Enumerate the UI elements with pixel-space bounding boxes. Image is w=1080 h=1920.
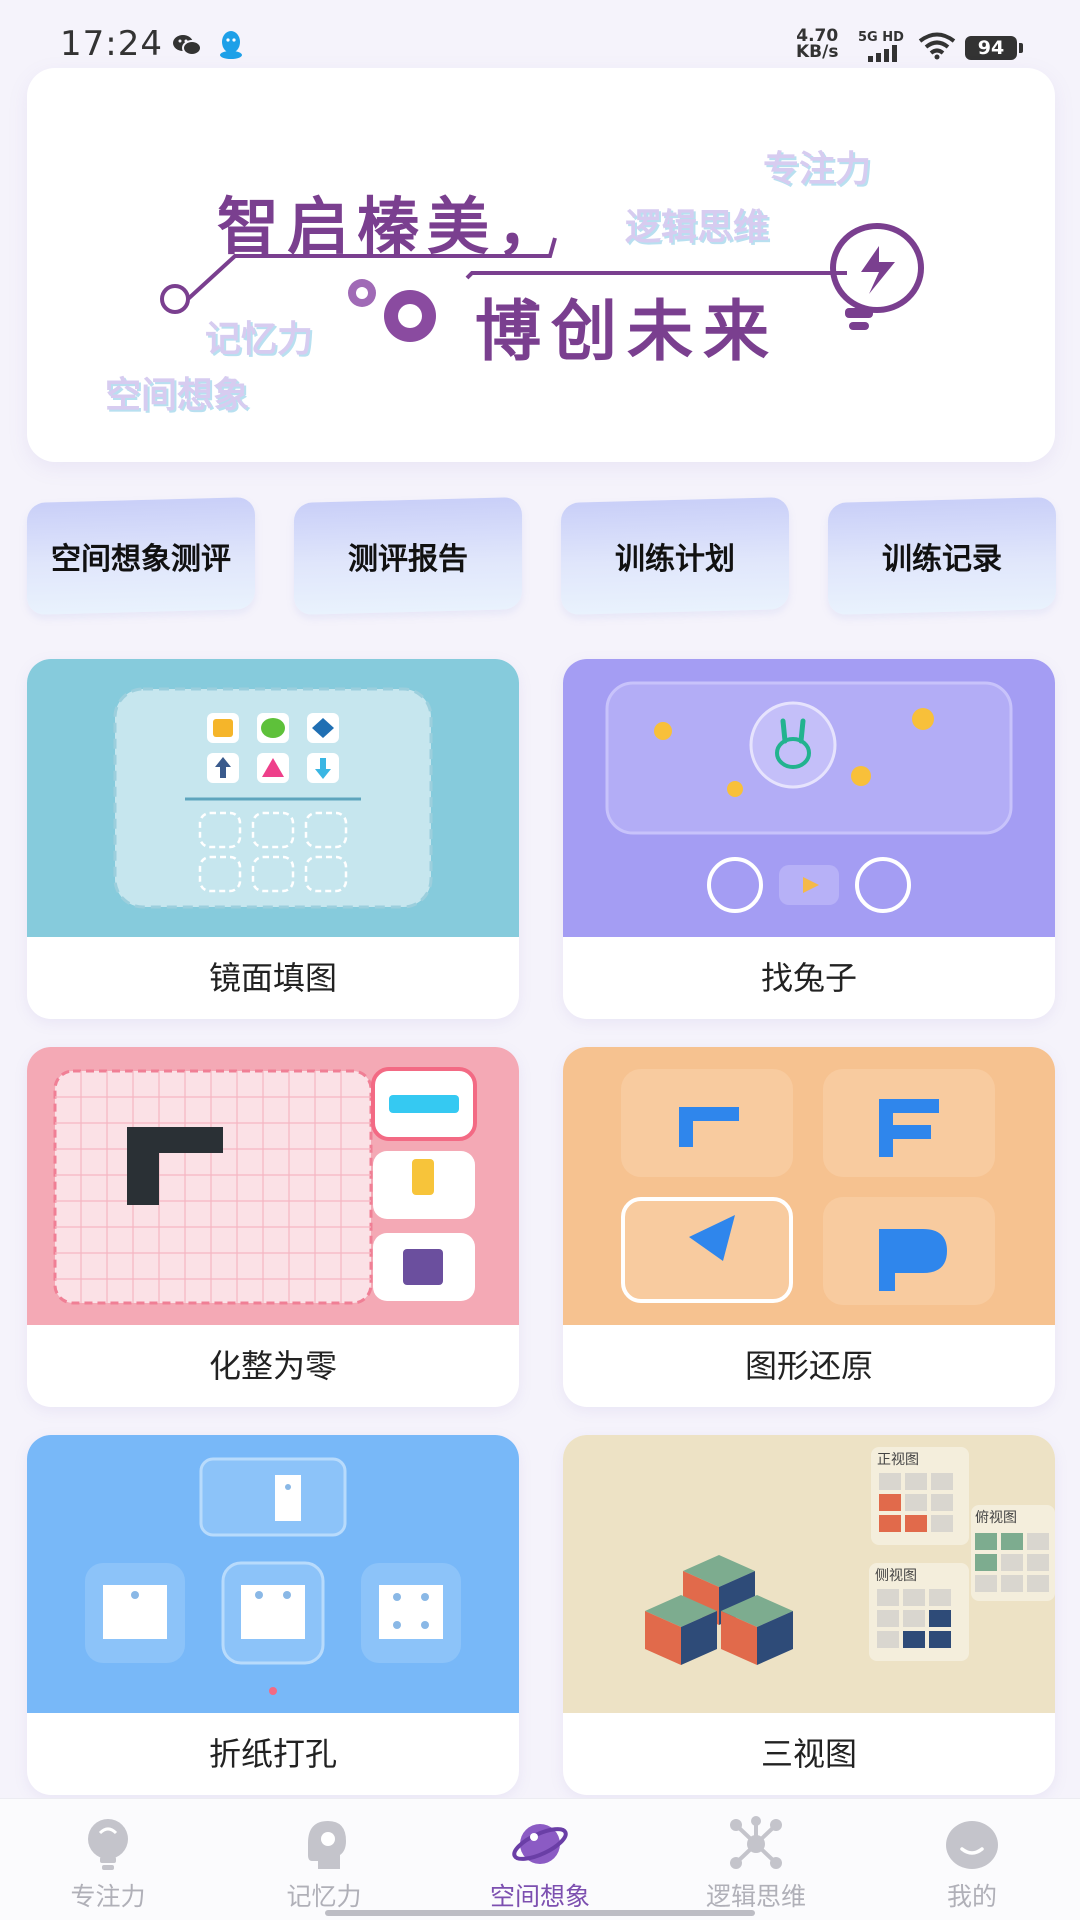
banner-tag-focus: 专注力 [763, 149, 872, 190]
game-title: 找兔子 [760, 959, 857, 997]
banner-slogan-line2: 博创未来 [475, 293, 779, 370]
network-type: 5G HD [858, 30, 904, 45]
game-title: 折纸打孔 [208, 1735, 337, 1773]
banner-tag-memory: 记忆力 [205, 319, 314, 360]
planet-icon [512, 1824, 568, 1864]
promo-banner[interactable]: 智启榛美， 博创未来 专注力 逻辑思维 记忆力 空间想象 [27, 68, 1055, 462]
training-plan-button[interactable]: 训练计划 [561, 497, 789, 615]
training-record-button[interactable]: 训练记录 [828, 497, 1056, 615]
signal-icon [868, 45, 897, 62]
button-label: 测评报告 [348, 542, 468, 577]
banner-tag-space: 空间想象 [105, 375, 250, 416]
split-shapes-illustration [27, 1047, 519, 1325]
nav-label: 我的 [946, 1882, 997, 1911]
status-time: 17:24 [60, 24, 163, 64]
nav-item-memory[interactable]: 记忆力 [216, 1799, 432, 1920]
game-card-three-views[interactable]: 正视图 俯视图 侧视图 三视图 [563, 1435, 1055, 1795]
qq-icon [220, 31, 242, 59]
nav-label: 记忆力 [286, 1882, 362, 1911]
home-indicator[interactable] [325, 1910, 755, 1916]
game-card-mirror-fill[interactable]: 镜面填图 [27, 659, 519, 1019]
find-rabbit-illustration [563, 659, 1055, 937]
front-view-label: 正视图 [877, 1452, 919, 1468]
paper-punch-illustration [27, 1435, 519, 1713]
button-label: 训练记录 [882, 542, 1002, 577]
spatial-assessment-button[interactable]: 空间想象测评 [27, 497, 255, 615]
bulb-icon [88, 1819, 128, 1870]
net-speed-unit: KB/s [796, 42, 839, 62]
battery-icon: 94 [965, 36, 1023, 60]
wechat-icon [173, 35, 202, 56]
mirror-fill-illustration [27, 659, 519, 937]
top-view-label: 俯视图 [975, 1510, 1017, 1526]
game-title: 化整为零 [208, 1347, 337, 1385]
banner-slogan-line1: 智启榛美， [217, 190, 568, 263]
nav-item-spatial[interactable]: 空间想象 [432, 1799, 648, 1920]
shape-restore-illustration [563, 1047, 1055, 1325]
network-icon [730, 1816, 782, 1869]
button-label: 训练计划 [615, 542, 735, 577]
game-card-find-rabbit[interactable]: 找兔子 [563, 659, 1055, 1019]
game-title: 三视图 [760, 1735, 857, 1773]
side-view-label: 侧视图 [875, 1568, 917, 1584]
nav-item-logic[interactable]: 逻辑思维 [648, 1799, 864, 1920]
assessment-report-button[interactable]: 测评报告 [294, 497, 522, 615]
wifi-icon [918, 32, 956, 60]
net-speed: 4.70 KB/s [796, 28, 839, 62]
game-title: 图形还原 [744, 1347, 873, 1385]
nav-label: 逻辑思维 [705, 1882, 806, 1911]
button-label: 空间想象测评 [51, 542, 231, 577]
three-views-illustration [563, 1435, 1055, 1713]
nav-item-focus[interactable]: 专注力 [0, 1799, 216, 1920]
bottom-nav: 专注力 记忆力 空间想象 逻辑思维 我的 [0, 1798, 1080, 1920]
nav-item-mine[interactable]: 我的 [864, 1799, 1080, 1920]
head-icon [308, 1821, 346, 1869]
banner-tag-logic: 逻辑思维 [625, 207, 770, 248]
status-bar: 17:24 4.70 KB/s 5G HD 94 [0, 0, 1080, 72]
nav-label: 空间想象 [489, 1882, 590, 1911]
nav-label: 专注力 [70, 1882, 146, 1911]
game-card-split-shapes[interactable]: 化整为零 [27, 1047, 519, 1407]
face-icon [946, 1821, 998, 1869]
game-card-shape-restore[interactable]: 图形还原 [563, 1047, 1055, 1407]
game-card-paper-punch[interactable]: 折纸打孔 [27, 1435, 519, 1795]
game-title: 镜面填图 [208, 959, 337, 997]
